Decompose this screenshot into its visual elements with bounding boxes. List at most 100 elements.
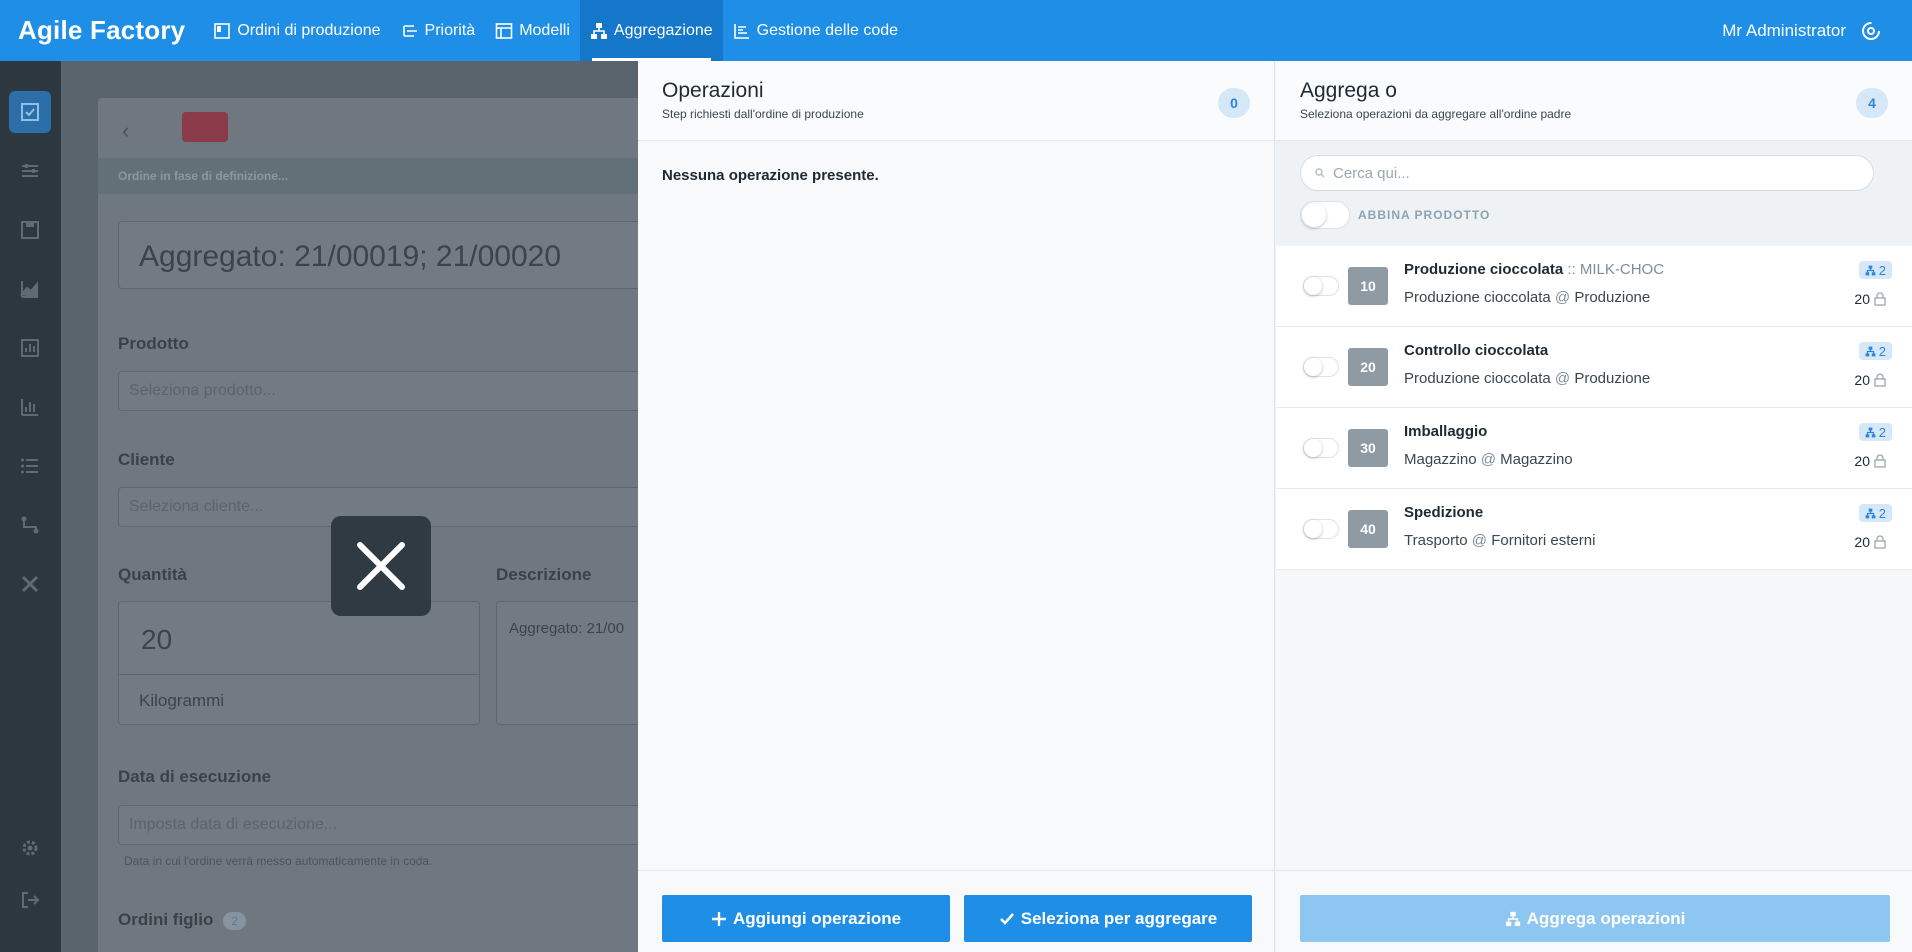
sidebar-list-icon[interactable] xyxy=(9,445,51,487)
order-title-field[interactable]: Aggregato: 21/00019; 21/00020 xyxy=(118,221,658,289)
operation-location: Produzione cioccolata @ Produzione xyxy=(1404,289,1650,306)
select-for-aggregation-label: Seleziona per aggregare xyxy=(1020,908,1218,928)
aggregate-operations-button[interactable]: Aggrega operazioni xyxy=(1300,895,1890,942)
user-name[interactable]: Mr Administrator xyxy=(1722,21,1846,41)
check-icon xyxy=(999,912,1014,925)
operation-select-toggle[interactable] xyxy=(1303,519,1339,539)
sidebar-settings-icon[interactable] xyxy=(9,827,51,869)
operations-panel: Operazioni Step richiesti dall'ordine di… xyxy=(638,61,1275,952)
operation-name: Controllo cioccolata xyxy=(1404,342,1548,359)
quantity-value[interactable]: 20 xyxy=(141,624,172,656)
nav-label-orders: Ordini di produzione xyxy=(237,21,381,39)
aggregation-icon xyxy=(590,22,607,39)
operation-site: Magazzino xyxy=(1500,451,1573,468)
unit-select[interactable]: Kilogrammi xyxy=(139,691,224,711)
close-overlay-button[interactable] xyxy=(331,516,431,616)
sidebar-filters-icon[interactable] xyxy=(9,150,51,192)
sidebar-orders-icon[interactable] xyxy=(9,91,51,133)
aggregate-operations-list: 10 Produzione cioccolata :: MILK-CHOC Pr… xyxy=(1276,246,1912,570)
nav-item-queues[interactable]: Gestione delle code xyxy=(723,0,908,61)
sidebar-save-icon[interactable] xyxy=(9,209,51,251)
delete-button[interactable] xyxy=(182,112,228,142)
operation-location-text: Trasporto xyxy=(1404,532,1468,549)
nav-label-priority: Priorità xyxy=(424,21,476,39)
aggregation-icon xyxy=(1865,346,1876,356)
add-operation-button[interactable]: Aggiungi operazione xyxy=(662,895,950,942)
aggregate-header: Aggrega o Seleziona operazioni da aggreg… xyxy=(1276,61,1912,141)
operation-location-separator: @ xyxy=(1550,289,1575,306)
nav-item-orders[interactable]: Ordini di produzione xyxy=(203,0,390,61)
aggregate-count-badge: 4 xyxy=(1856,88,1888,118)
execution-date-input[interactable]: Imposta data di esecuzione... xyxy=(118,805,658,845)
operation-location: Produzione cioccolata @ Produzione xyxy=(1404,370,1650,387)
aggregate-title: Aggrega o xyxy=(1300,79,1397,102)
aggregation-icon xyxy=(1865,265,1876,275)
list-item: 20 Controllo cioccolata Produzione ciocc… xyxy=(1276,327,1912,408)
user-menu-icon[interactable] xyxy=(1860,20,1882,42)
operation-code-badge: 30 xyxy=(1348,429,1388,467)
sidebar-route-icon[interactable] xyxy=(9,504,51,546)
aggregate-footer: Aggrega operazioni xyxy=(1276,870,1912,952)
operation-name-text: Controllo cioccolata xyxy=(1404,342,1549,359)
queue-icon xyxy=(733,23,749,39)
child-orders-text: Ordini figlio xyxy=(118,910,214,929)
operation-quantity: 20 xyxy=(1854,534,1886,550)
lock-icon xyxy=(1874,373,1886,387)
quantity-field[interactable]: 20 Kilogrammi xyxy=(118,601,480,725)
sidebar-area-chart-icon[interactable] xyxy=(9,268,51,310)
aggregation-tag: 2 xyxy=(1858,423,1892,441)
match-product-toggle[interactable] xyxy=(1300,201,1350,229)
sidebar-tools-icon[interactable] xyxy=(9,563,51,605)
nav-item-priority[interactable]: Priorità xyxy=(391,0,486,61)
customer-label: Cliente xyxy=(118,450,175,469)
operation-code-badge: 20 xyxy=(1348,348,1388,386)
operation-location: Trasporto @ Fornitori esterni xyxy=(1404,532,1595,549)
product-label: Prodotto xyxy=(118,334,189,353)
list-item: 30 Imballaggio Magazzino @ Magazzino 2 2… xyxy=(1276,408,1912,489)
search-input[interactable]: Cerca qui... xyxy=(1300,155,1874,191)
aggregation-tag-count: 2 xyxy=(1878,424,1886,440)
operation-location-separator: @ xyxy=(1550,370,1575,387)
operations-footer: Aggiungi operazione Seleziona per aggreg… xyxy=(638,870,1274,952)
aggregation-tag: 2 xyxy=(1858,261,1892,279)
nav-label-templates: Modelli xyxy=(519,21,570,39)
app-brand[interactable]: Agile Factory xyxy=(0,0,203,61)
aggregation-icon xyxy=(1505,911,1520,926)
operation-name: Imballaggio xyxy=(1404,423,1487,440)
operation-sku: MILK-CHOC xyxy=(1579,261,1665,278)
close-icon xyxy=(357,542,405,590)
background-order-page: ‹ Ordine in fase di definizione... Aggre… xyxy=(61,61,696,952)
operations-count-badge: 0 xyxy=(1218,88,1250,118)
back-icon[interactable]: ‹ xyxy=(122,118,129,144)
operation-quantity-value: 20 xyxy=(1854,291,1870,307)
product-select[interactable]: Seleziona prodotto... xyxy=(118,371,658,411)
operation-quantity-value: 20 xyxy=(1854,453,1870,469)
execution-date-label: Data di esecuzione xyxy=(118,767,272,786)
operation-quantity: 20 xyxy=(1854,291,1886,307)
nav-item-aggregation[interactable]: Aggregazione xyxy=(579,0,723,61)
operation-quantity: 20 xyxy=(1854,372,1886,388)
aggregation-icon xyxy=(1865,508,1876,518)
sidebar-stats-icon[interactable] xyxy=(9,386,51,428)
search-placeholder: Cerca qui... xyxy=(1333,164,1410,182)
child-orders-count: 2 xyxy=(223,912,247,930)
aggregate-panel: Aggrega o Seleziona operazioni da aggreg… xyxy=(1276,61,1912,952)
priority-icon xyxy=(402,24,417,37)
operation-location: Magazzino @ Magazzino xyxy=(1404,451,1573,468)
select-for-aggregation-button[interactable]: Seleziona per aggregare xyxy=(964,895,1252,942)
operations-header: Operazioni Step richiesti dall'ordine di… xyxy=(638,61,1274,141)
operations-empty-message: Nessuna operazione presente. xyxy=(662,167,879,184)
sidebar-bar-chart-icon[interactable] xyxy=(9,327,51,369)
nav-item-templates[interactable]: Modelli xyxy=(485,0,580,61)
operation-name-text: Imballaggio xyxy=(1404,423,1488,440)
list-item: 40 Spedizione Trasporto @ Fornitori este… xyxy=(1276,489,1912,570)
operation-name-text: Spedizione xyxy=(1404,504,1484,521)
operation-site: Produzione xyxy=(1574,370,1651,387)
quantity-label: Quantità xyxy=(118,565,187,584)
operation-select-toggle[interactable] xyxy=(1303,438,1339,458)
aggregation-tag: 2 xyxy=(1858,504,1892,522)
operation-code-badge: 40 xyxy=(1348,510,1388,548)
sidebar-logout-icon[interactable] xyxy=(9,879,51,921)
operation-select-toggle[interactable] xyxy=(1303,276,1339,296)
operation-select-toggle[interactable] xyxy=(1303,357,1339,377)
